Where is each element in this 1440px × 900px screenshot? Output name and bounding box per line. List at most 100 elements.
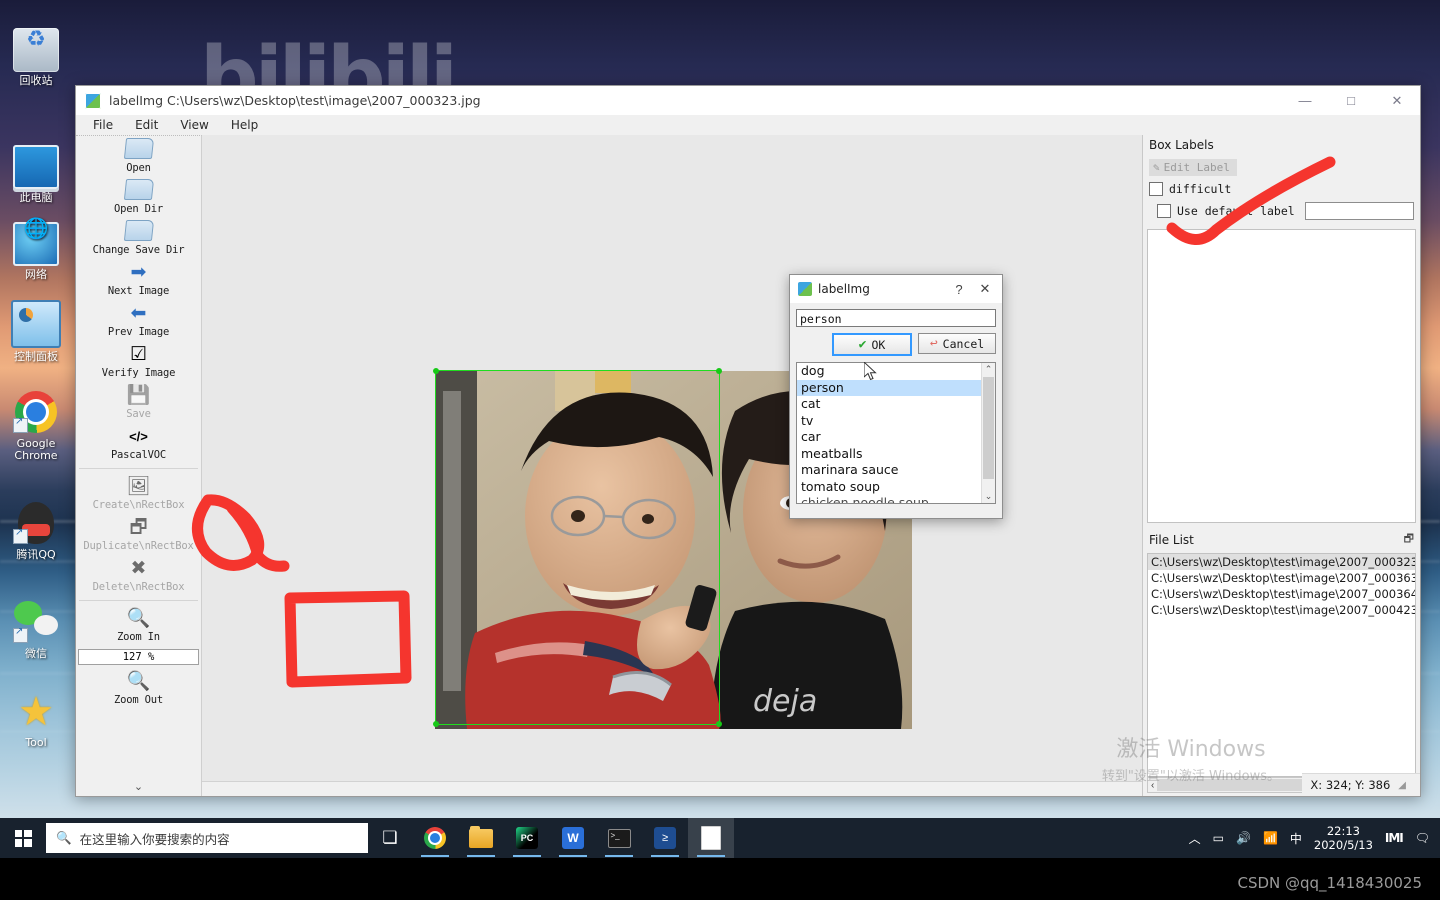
menu-edit[interactable]: Edit [128, 117, 165, 133]
edit-label-button[interactable]: ✎ Edit Label [1149, 159, 1237, 176]
list-item[interactable]: cat [797, 396, 995, 413]
toolbar-item-verify-image[interactable]: ☑ Verify Image [76, 341, 201, 382]
menubar: File Edit View Help [76, 115, 1420, 135]
minimize-button[interactable]: — [1282, 86, 1328, 115]
toolbar-item-next-image[interactable]: ➡ Next Image [76, 259, 201, 300]
list-item[interactable]: tomato soup [797, 479, 995, 496]
scroll-up-arrow-icon[interactable]: ⌃ [982, 363, 995, 376]
menu-help[interactable]: Help [224, 117, 265, 133]
toolbar-item-duplicate-rectbox[interactable]: 🗗 Duplicate\nRectBox [76, 514, 201, 555]
terminal-taskbar-icon[interactable]: >_ [596, 818, 642, 858]
wifi-icon[interactable]: 📶 [1263, 831, 1278, 845]
list-item[interactable]: dog [797, 363, 995, 380]
cancel-button[interactable]: ↩ Cancel [918, 333, 996, 354]
list-item[interactable]: C:\Users\wz\Desktop\test\image\2007_0003… [1148, 570, 1415, 586]
volume-icon[interactable]: 🔊 [1236, 831, 1251, 845]
task-view-icon[interactable]: ❏ [368, 818, 412, 858]
list-item[interactable]: C:\Users\wz\Desktop\test\image\2007_0003… [1148, 586, 1415, 602]
zoom-in-icon: 🔍 [126, 608, 151, 629]
code-icon: </> [129, 429, 148, 444]
list-item-selected[interactable]: person [797, 379, 995, 396]
file-list[interactable]: C:\Users\wz\Desktop\test\image\2007_0003… [1147, 553, 1416, 777]
toolbar-overflow-button[interactable]: ⌄ [76, 780, 201, 793]
toolbar-item-change-save-dir[interactable]: Change Save Dir [76, 218, 201, 259]
labelimg-window: labelImg C:\Users\wz\Desktop\test\image\… [75, 85, 1421, 797]
powershell-taskbar-icon[interactable]: ≥ [642, 818, 688, 858]
dialog-list-scrollbar[interactable]: ⌃ ⌄ [981, 363, 995, 503]
wps-taskbar-icon[interactable]: W [550, 818, 596, 858]
desktop-icon-tool[interactable]: ★ Tool [0, 690, 72, 749]
resize-grip-icon[interactable]: ◢ [1398, 780, 1406, 791]
document-taskbar-icon[interactable] [688, 818, 734, 858]
clock[interactable]: 22:13 2020/5/13 [1314, 824, 1373, 852]
create-rect-icon: 🖼 [126, 476, 151, 497]
ok-button[interactable]: ✔ OK [832, 333, 912, 356]
desktop-icon-qq[interactable]: 腾讯QQ [0, 502, 72, 561]
maximize-button[interactable]: □ [1328, 86, 1374, 115]
canvas-horizontal-scrollbar[interactable] [202, 781, 1142, 796]
windows-start-icon[interactable] [0, 818, 46, 858]
arrow-right-icon: ➡ [130, 262, 147, 283]
toolbar-item-open[interactable]: Open [76, 136, 201, 177]
list-item[interactable]: C:\Users\wz\Desktop\test\image\2007_0003… [1148, 554, 1415, 570]
dialog-titlebar[interactable]: labelImg ? ✕ [790, 275, 1002, 303]
pycharm-taskbar-icon[interactable]: PC [504, 818, 550, 858]
bounding-box[interactable] [433, 368, 722, 727]
default-label-input[interactable] [1304, 202, 1414, 220]
label-text-input[interactable]: person [796, 309, 996, 327]
system-tray: ︿ ▭ 🔊 📶 中 22:13 2020/5/13 IMI 🗨 [1189, 824, 1440, 852]
toolbar-item-prev-image[interactable]: ⬅ Prev Image [76, 300, 201, 341]
difficult-checkbox-row[interactable]: difficult [1149, 182, 1414, 196]
label-suggestion-list[interactable]: dog person cat tv car meatballs marinara… [796, 362, 996, 504]
labelimg-icon [85, 92, 101, 109]
box-labels-panel: Box Labels ✎ Edit Label difficult Use de… [1143, 135, 1420, 523]
list-item[interactable]: car [797, 429, 995, 446]
qq-icon [13, 502, 59, 546]
toolbar-item-zoom-in[interactable]: 🔍 Zoom In [76, 605, 201, 646]
file-explorer-taskbar-icon[interactable] [458, 818, 504, 858]
list-item[interactable]: C:\Users\wz\Desktop\test\image\2007_0004… [1148, 602, 1415, 618]
dialog-close-button[interactable]: ✕ [972, 281, 998, 297]
menu-view[interactable]: View [173, 117, 215, 133]
box-labels-list[interactable] [1147, 229, 1416, 523]
list-item[interactable]: meatballs [797, 446, 995, 463]
window-titlebar[interactable]: labelImg C:\Users\wz\Desktop\test\image\… [76, 86, 1420, 115]
search-input[interactable]: 🔍 在这里输入你要搜索的内容 [46, 823, 368, 853]
use-default-label-row[interactable]: Use default label [1149, 202, 1414, 220]
desktop-icon-network[interactable]: 网络 [0, 222, 72, 281]
zoom-level-field[interactable]: 127 % [78, 649, 199, 665]
mega-icon[interactable]: IMI [1385, 831, 1404, 845]
tray-chevron-icon[interactable]: ︿ [1189, 830, 1201, 847]
toolbar-item-zoom-out[interactable]: 🔍 Zoom Out [76, 668, 201, 709]
ime-indicator[interactable]: 中 [1290, 830, 1302, 847]
list-item[interactable]: marinara sauce [797, 462, 995, 479]
desktop-icon-chrome[interactable]: Google Chrome [0, 390, 72, 462]
menu-file[interactable]: File [86, 117, 120, 133]
scrollbar-thumb[interactable] [983, 377, 994, 479]
right-dock: Box Labels ✎ Edit Label difficult Use de… [1143, 135, 1420, 796]
windows-taskbar: 🔍 在这里输入你要搜索的内容 ❏ PC W >_ ≥ ︿ ▭ 🔊 📶 中 22:… [0, 818, 1440, 858]
difficult-checkbox[interactable] [1149, 182, 1163, 196]
toolbar-item-open-dir[interactable]: Open Dir [76, 177, 201, 218]
scroll-down-arrow-icon[interactable]: ⌄ [982, 490, 995, 503]
toolbar-item-pascalvoc[interactable]: </> PascalVOC [76, 423, 201, 464]
help-button[interactable]: ? [946, 282, 972, 297]
desktop-icon-control-panel[interactable]: 控制面板 [0, 300, 72, 363]
list-item[interactable]: chicken noodle soup [797, 495, 995, 503]
desktop-icon-wechat[interactable]: 微信 [0, 596, 72, 660]
toolbar-item-save[interactable]: 💾 Save [76, 382, 201, 423]
cursor-coordinates: X: 324; Y: 386 [1310, 778, 1391, 792]
float-window-icon[interactable]: 🗗 [1404, 530, 1414, 549]
desktop-icon-recycle-bin[interactable]: 回收站 [0, 28, 72, 87]
toolbar-item-delete-rectbox[interactable]: ✖ Delete\nRectBox [76, 555, 201, 596]
scroll-left-arrow-icon[interactable]: ‹ [1151, 780, 1154, 791]
notification-icon[interactable]: 🗨 [1415, 831, 1430, 845]
desktop-icon-this-pc[interactable]: 此电脑 [0, 145, 72, 204]
list-item[interactable]: tv [797, 413, 995, 430]
use-default-label-checkbox[interactable] [1157, 204, 1171, 218]
battery-icon[interactable]: ▭ [1213, 831, 1224, 845]
close-button[interactable]: ✕ [1374, 86, 1420, 115]
recycle-bin-icon [13, 28, 59, 72]
toolbar-item-create-rectbox[interactable]: 🖼 Create\nRectBox [76, 473, 201, 514]
chrome-taskbar-icon[interactable] [412, 818, 458, 858]
